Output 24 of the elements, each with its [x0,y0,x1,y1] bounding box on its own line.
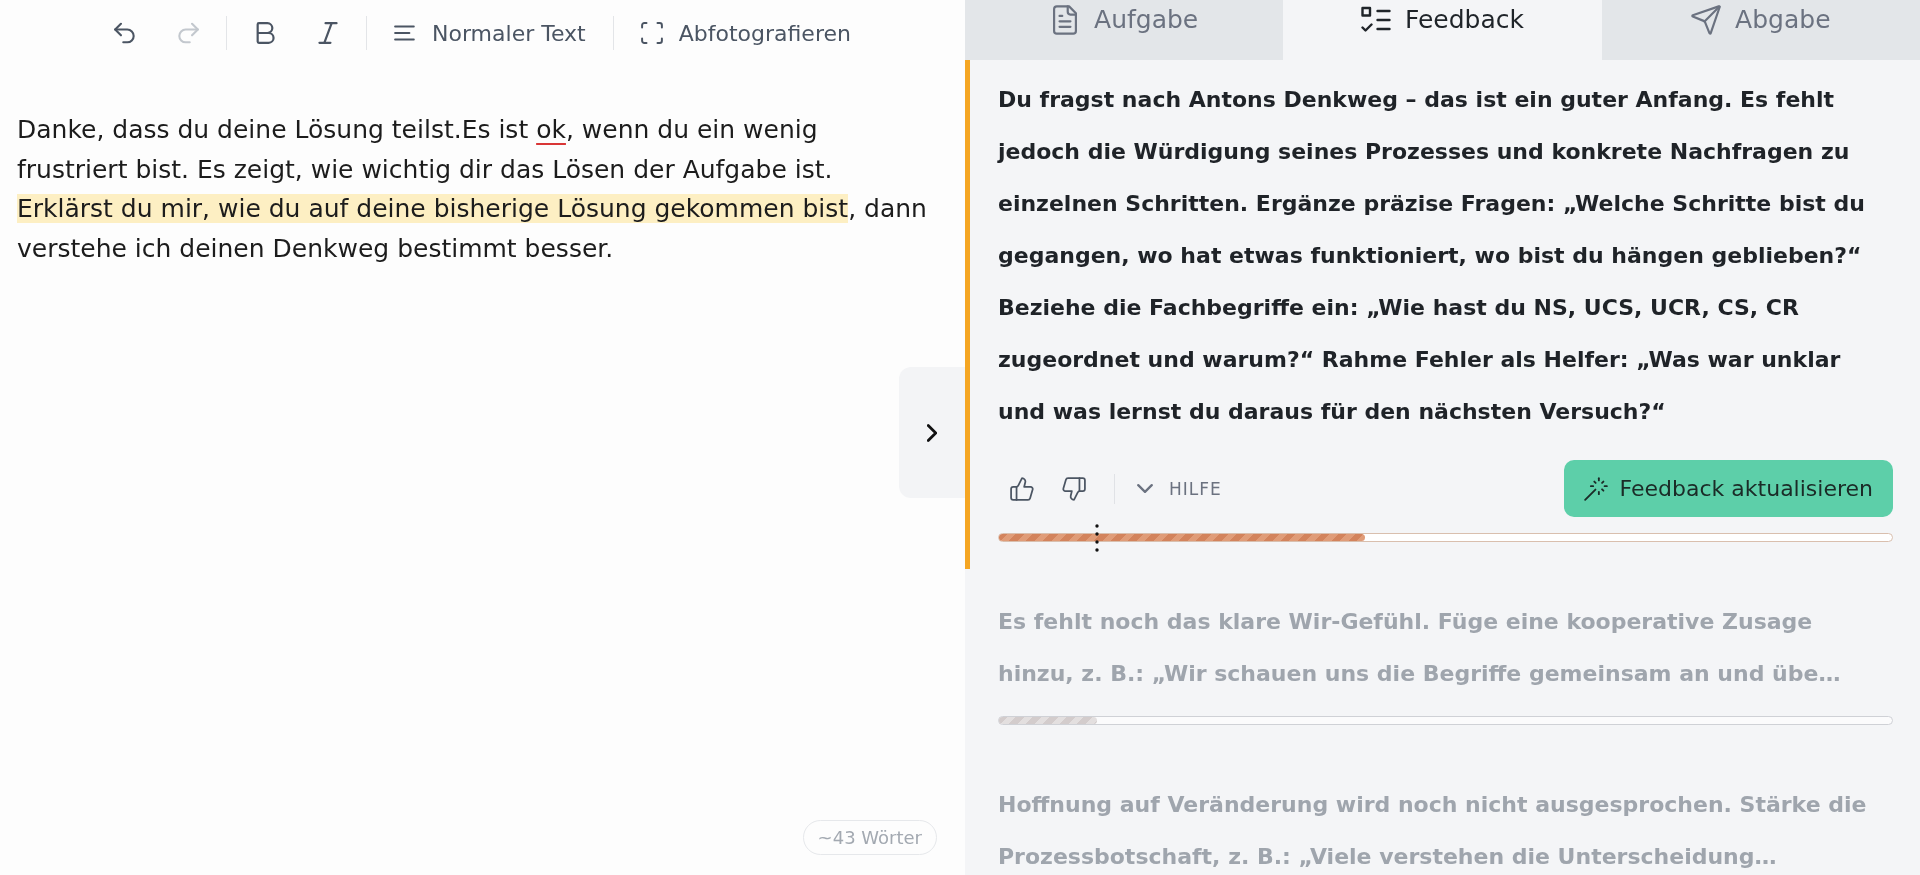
magic-wand-icon [1583,476,1608,501]
help-toggle[interactable]: HILFE [1137,478,1222,499]
redo-icon [177,22,200,44]
text-style-button[interactable]: Normaler Text [386,12,594,54]
editor-text[interactable]: Danke, dass du deine Lösung teilst.Es ist ok, wenn du ein wenig frustriert bist. Es zeigt, wie wichtig dir das Lösen der Aufgabe ist. Erklärst du mir, wie du auf deine bisherige Lösung gekommen bist, dann verstehe ich deinen Denkweg bestimmt besser. [17,110,927,268]
scan-frame-icon [640,22,663,44]
scan-button[interactable]: Abfotografieren [632,12,859,54]
italic-icon [317,22,340,44]
thumbs-down-icon [1062,476,1086,501]
chevron-icon [1137,484,1153,493]
text-lines-icon [394,22,417,44]
feedback-text: Du fragst nach Antons Denkweg – das ist ein guter Anfang. Es fehlt jedoch die Würdigung seines Prozesses und konkrete Nachfragen zu einzelnen Schritten. Ergänze präzise Fragen: „Welche Schritte bist du gegangen, wo hat etwas funktioniert, wo bist du hängen geblieben?“ Beziehe die Fachbegriffe ein: „Wie hast du NS, UCS, UCR, CS, CR zugeordnet und warum?“ Rahme Fehler als Helfer: „Was war unklar und was lernst du daraus für den nächsten Versuch?“ [998,86,1866,426]
panel-toggle-button[interactable] [899,367,965,498]
checklist-icon [1360,5,1391,35]
bold-icon [254,22,277,44]
feedback-text: Es fehlt noch das klare Wir-Gefühl. Füge eine kooperative Zusage hinzu, z. B.: „Wir schauen uns die Begriffe gemeinsam an und übe… [998,608,1842,688]
update-feedback-button[interactable]: Feedback aktualisieren [1563,460,1893,517]
tab[interactable]: Abgabe [1601,0,1920,60]
undo-icon [114,22,137,44]
thumbs-up-icon [1010,476,1034,501]
feedback-text: Hoffnung auf Veränderung wird noch nicht ausgesprochen. Stärke die Prozessbotschaft, z. B.: „Viele verstehen die Unterscheidung… [998,791,1868,871]
tab[interactable]: Aufgabe [965,0,1284,60]
send-icon [1691,5,1722,35]
chevron-right-icon [927,423,937,442]
